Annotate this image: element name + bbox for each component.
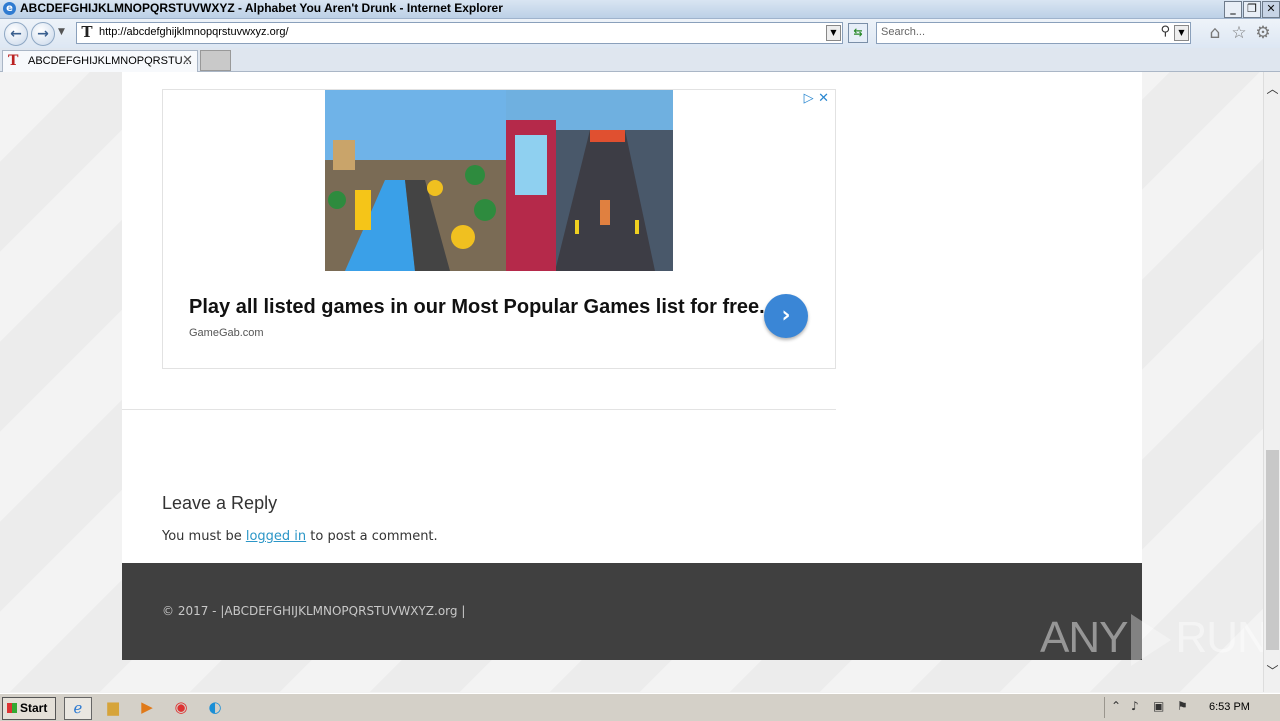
network-icon[interactable]: ▣ (1153, 699, 1164, 713)
restore-button[interactable]: ❐ (1243, 1, 1261, 18)
start-button[interactable]: Start (2, 697, 56, 720)
new-tab-button[interactable] (200, 50, 231, 71)
anyrun-watermark: ANY RUN (1040, 613, 1263, 667)
internet-explorer-icon: e (3, 2, 16, 15)
edge-icon[interactable]: ◐ (202, 697, 228, 718)
tab-active[interactable]: T ABCDEFGHIJKLMNOPQRSTU... ✕ (2, 50, 198, 72)
login-link[interactable]: logged in (246, 529, 306, 544)
section-divider (122, 409, 836, 410)
window-controls: _ ❐ ✕ (1224, 1, 1280, 18)
show-hidden-icons-icon[interactable]: ⌃ (1111, 699, 1121, 713)
play-icon (1131, 614, 1172, 667)
site-footer: © 2017 - |ABCDEFGHIJKLMNOPQRSTUVWXYZ.org… (122, 563, 1142, 660)
media-player-icon[interactable]: ▶ (134, 697, 160, 718)
history-dropdown-icon[interactable]: ▼ (58, 27, 65, 37)
tab-label: ABCDEFGHIJKLMNOPQRSTU... (28, 55, 192, 67)
taskbar: Start ℯ ▆ ▶ ◉ ◐ ⌃ ♪ ▣ ⚑ 6:53 PM (0, 693, 1280, 721)
address-input[interactable]: http://abcdefghijklmnopqrstuvwxyz.org/ (99, 26, 289, 38)
scroll-down-icon[interactable]: ﹀ (1264, 662, 1280, 679)
reply-text-after: to post a comment. (306, 529, 438, 544)
reply-heading: Leave a Reply (162, 493, 278, 513)
address-dropdown-button[interactable]: ▼ (826, 25, 841, 41)
refresh-button[interactable]: ⇆ (848, 23, 868, 43)
folder-icon[interactable]: ▆ (100, 697, 126, 718)
internet-explorer-icon[interactable]: ℯ (64, 697, 92, 720)
reply-login-notice: You must be logged in to post a comment. (162, 529, 438, 544)
windows-logo-icon (7, 703, 17, 713)
watermark-right: RUN (1175, 613, 1263, 662)
adchoices-icon[interactable]: ▷ ✕ (804, 91, 829, 106)
volume-icon[interactable]: ♪ (1131, 699, 1139, 713)
reply-text-before: You must be (162, 529, 246, 544)
settings-gear-icon[interactable]: ⚙ (1252, 22, 1274, 44)
vertical-scrollbar[interactable]: ︿ ﹀ (1263, 72, 1280, 692)
start-label: Start (20, 701, 48, 715)
action-center-flag-icon[interactable]: ⚑ (1177, 699, 1188, 713)
address-bar[interactable]: T http://abcdefghijklmnopqrstuvwxyz.org/… (76, 22, 843, 44)
footer-copyright: © 2017 - |ABCDEFGHIJKLMNOPQRSTUVWXYZ.org… (162, 604, 466, 618)
chrome-icon[interactable]: ◉ (168, 697, 194, 718)
search-box[interactable]: Search... ⚲ ▼ (876, 22, 1191, 44)
window-titlebar: e ABCDEFGHIJKLMNOPQRSTUVWXYZ - Alphabet … (0, 0, 1280, 19)
search-icon[interactable]: ⚲ (1160, 24, 1170, 39)
tab-bar: T ABCDEFGHIJKLMNOPQRSTU... ✕ (0, 48, 1280, 72)
navigation-bar: ← → ▼ T http://abcdefghijklmnopqrstuvwxy… (0, 19, 1280, 48)
system-tray: ⌃ ♪ ▣ ⚑ 6:53 PM (1104, 697, 1280, 718)
search-dropdown-button[interactable]: ▼ (1174, 25, 1189, 41)
ad-next-button[interactable]: › (764, 294, 808, 338)
clock[interactable]: 6:53 PM (1209, 701, 1250, 713)
forward-button[interactable]: → (31, 22, 55, 46)
home-icon[interactable]: ⌂ (1204, 22, 1226, 44)
content-area: ▷ ✕ Play all listed games in our Most Po… (122, 72, 1142, 563)
site-favicon-icon: T (81, 23, 93, 41)
ad-game-image[interactable] (325, 90, 673, 271)
page-viewport: ▷ ✕ Play all listed games in our Most Po… (0, 72, 1263, 692)
scroll-thumb[interactable] (1266, 450, 1279, 650)
tab-favicon-icon: T (8, 53, 19, 69)
close-window-button[interactable]: ✕ (1262, 1, 1280, 18)
ad-headline[interactable]: Play all listed games in our Most Popula… (189, 296, 765, 319)
window-title: ABCDEFGHIJKLMNOPQRSTUVWXYZ - Alphabet Yo… (20, 1, 503, 15)
back-button[interactable]: ← (4, 22, 28, 46)
scroll-up-icon[interactable]: ︿ (1264, 80, 1280, 97)
watermark-left: ANY (1040, 613, 1128, 662)
minimize-button[interactable]: _ (1224, 1, 1242, 18)
advertisement[interactable]: ▷ ✕ Play all listed games in our Most Po… (162, 89, 836, 369)
search-input[interactable]: Search... (881, 26, 925, 38)
tab-close-icon[interactable]: ✕ (182, 53, 193, 68)
ad-source[interactable]: GameGab.com (189, 327, 264, 339)
favorites-star-icon[interactable]: ☆ (1228, 22, 1250, 44)
